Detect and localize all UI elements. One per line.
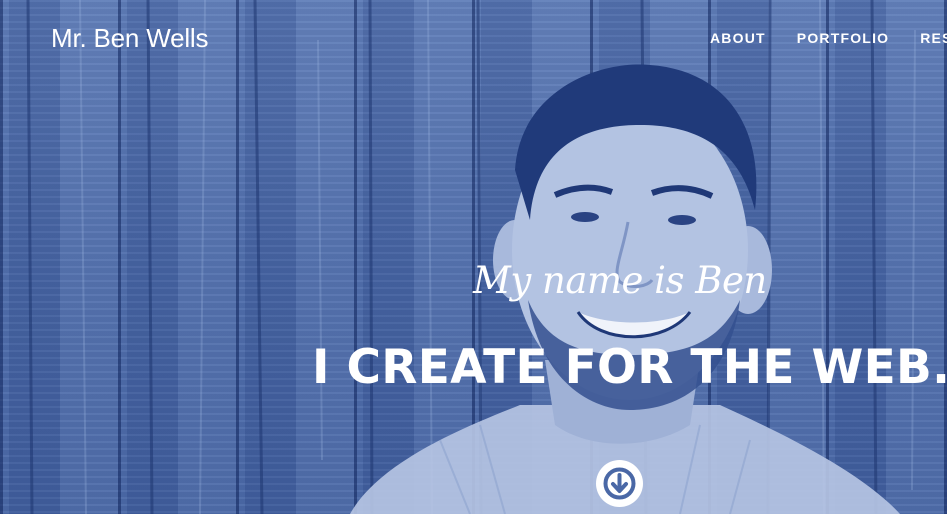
arrow-down-circle-icon — [603, 467, 636, 500]
site-logo[interactable]: Mr. Ben Wells — [51, 23, 209, 54]
nav-portfolio[interactable]: PORTFOLIO — [797, 30, 889, 46]
scroll-down-button[interactable] — [596, 460, 643, 507]
hero-headline: I CREATE FOR THE WEB. — [312, 340, 947, 395]
nav-resume[interactable]: RES — [920, 30, 947, 46]
intro-text: My name is Ben — [473, 259, 767, 302]
nav-about[interactable]: ABOUT — [710, 30, 766, 46]
main-nav: ABOUT PORTFOLIO RES — [710, 30, 947, 46]
hero-section: Mr. Ben Wells ABOUT PORTFOLIO RES My nam… — [0, 0, 947, 514]
portrait-photo — [350, 64, 900, 514]
